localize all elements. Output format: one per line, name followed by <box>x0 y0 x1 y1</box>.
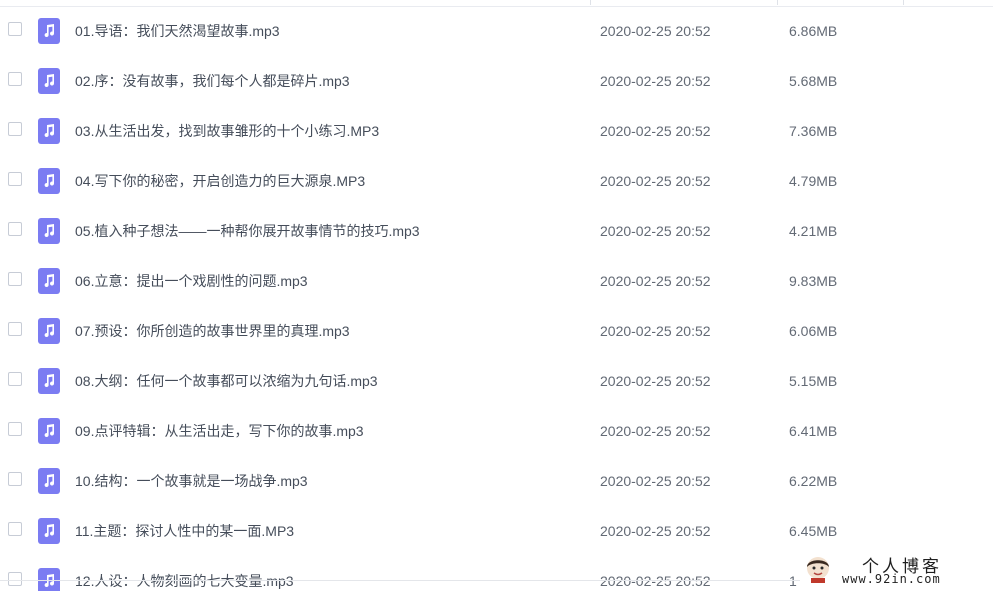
music-file-icon <box>38 468 60 494</box>
file-size: 4.79MB <box>789 173 838 189</box>
row-checkbox[interactable] <box>8 272 22 286</box>
file-size: 7.36MB <box>789 123 838 139</box>
file-size: 5.15MB <box>789 373 838 389</box>
row-checkbox[interactable] <box>8 422 22 436</box>
file-name[interactable]: 11.主题：探讨人性中的某一面.MP3 <box>75 522 294 540</box>
column-divider[interactable] <box>903 0 904 5</box>
file-name[interactable]: 06.立意：提出一个戏剧性的问题.mp3 <box>75 272 308 290</box>
music-file-icon <box>38 68 60 94</box>
file-modified-date: 2020-02-25 20:52 <box>600 273 711 289</box>
file-row[interactable]: 10.结构：一个故事就是一场战争.mp3 2020-02-25 20:52 6.… <box>0 456 993 506</box>
watermark-url: www.92in.com <box>842 572 941 586</box>
file-row[interactable]: 01.导语：我们天然渴望故事.mp3 2020-02-25 20:52 6.86… <box>0 6 993 56</box>
music-file-icon <box>38 368 60 394</box>
row-checkbox[interactable] <box>8 222 22 236</box>
file-row[interactable]: 04.写下你的秘密，开启创造力的巨大源泉.MP3 2020-02-25 20:5… <box>0 156 993 206</box>
row-checkbox[interactable] <box>8 572 22 586</box>
file-modified-date: 2020-02-25 20:52 <box>600 123 711 139</box>
column-divider[interactable] <box>777 0 778 5</box>
file-size: 6.06MB <box>789 323 838 339</box>
watermark: 个人博客 www.92in.com <box>800 552 993 591</box>
file-row[interactable]: 05.植入种子想法——一种帮你展开故事情节的技巧.mp3 2020-02-25 … <box>0 206 993 256</box>
file-size: 4.21MB <box>789 223 838 239</box>
file-name[interactable]: 03.从生活出发，找到故事雏形的十个小练习.MP3 <box>75 122 379 140</box>
row-checkbox[interactable] <box>8 372 22 386</box>
file-row[interactable]: 02.序：没有故事，我们每个人都是碎片.mp3 2020-02-25 20:52… <box>0 56 993 106</box>
row-checkbox[interactable] <box>8 172 22 186</box>
file-name[interactable]: 07.预设：你所创造的故事世界里的真理.mp3 <box>75 322 350 340</box>
row-checkbox[interactable] <box>8 122 22 136</box>
file-size: 6.86MB <box>789 23 838 39</box>
row-checkbox[interactable] <box>8 72 22 86</box>
row-checkbox[interactable] <box>8 472 22 486</box>
music-file-icon <box>38 18 60 44</box>
music-file-icon <box>38 168 60 194</box>
row-checkbox[interactable] <box>8 322 22 336</box>
file-row[interactable]: 07.预设：你所创造的故事世界里的真理.mp3 2020-02-25 20:52… <box>0 306 993 356</box>
file-row[interactable]: 03.从生活出发，找到故事雏形的十个小练习.MP3 2020-02-25 20:… <box>0 106 993 156</box>
music-file-icon <box>38 218 60 244</box>
file-modified-date: 2020-02-25 20:52 <box>600 423 711 439</box>
file-modified-date: 2020-02-25 20:52 <box>600 473 711 489</box>
music-file-icon <box>38 118 60 144</box>
music-file-icon <box>38 268 60 294</box>
file-name[interactable]: 09.点评特辑：从生活出走，写下你的故事.mp3 <box>75 422 364 440</box>
file-size: 6.22MB <box>789 473 838 489</box>
file-size: 6.45MB <box>789 523 838 539</box>
file-modified-date: 2020-02-25 20:52 <box>600 323 711 339</box>
file-size: 6.41MB <box>789 423 838 439</box>
file-modified-date: 2020-02-25 20:52 <box>600 573 711 589</box>
file-name[interactable]: 05.植入种子想法——一种帮你展开故事情节的技巧.mp3 <box>75 222 420 240</box>
column-divider[interactable] <box>590 0 591 5</box>
file-modified-date: 2020-02-25 20:52 <box>600 373 711 389</box>
row-checkbox[interactable] <box>8 22 22 36</box>
file-size: 9.83MB <box>789 273 838 289</box>
file-row[interactable]: 09.点评特辑：从生活出走，写下你的故事.mp3 2020-02-25 20:5… <box>0 406 993 456</box>
file-name[interactable]: 01.导语：我们天然渴望故事.mp3 <box>75 22 280 40</box>
music-file-icon <box>38 518 60 544</box>
music-file-icon <box>38 318 60 344</box>
file-modified-date: 2020-02-25 20:52 <box>600 173 711 189</box>
file-list: 01.导语：我们天然渴望故事.mp3 2020-02-25 20:52 6.86… <box>0 0 993 591</box>
avatar-icon <box>807 557 829 583</box>
row-checkbox[interactable] <box>8 522 22 536</box>
file-size: 1 <box>789 573 797 589</box>
file-name[interactable]: 04.写下你的秘密，开启创造力的巨大源泉.MP3 <box>75 172 365 190</box>
file-modified-date: 2020-02-25 20:52 <box>600 23 711 39</box>
file-name[interactable]: 02.序：没有故事，我们每个人都是碎片.mp3 <box>75 72 350 90</box>
file-row[interactable]: 08.大纲：任何一个故事都可以浓缩为九句话.mp3 2020-02-25 20:… <box>0 356 993 406</box>
file-row[interactable]: 11.主题：探讨人性中的某一面.MP3 2020-02-25 20:52 6.4… <box>0 506 993 556</box>
file-modified-date: 2020-02-25 20:52 <box>600 73 711 89</box>
file-name[interactable]: 10.结构：一个故事就是一场战争.mp3 <box>75 472 308 490</box>
file-modified-date: 2020-02-25 20:52 <box>600 523 711 539</box>
file-modified-date: 2020-02-25 20:52 <box>600 223 711 239</box>
file-size: 5.68MB <box>789 73 838 89</box>
file-name[interactable]: 08.大纲：任何一个故事都可以浓缩为九句话.mp3 <box>75 372 378 390</box>
music-file-icon <box>38 418 60 444</box>
file-name[interactable]: 12.人设：人物刻画的七大变量.mp3 <box>75 572 294 590</box>
file-row[interactable]: 06.立意：提出一个戏剧性的问题.mp3 2020-02-25 20:52 9.… <box>0 256 993 306</box>
